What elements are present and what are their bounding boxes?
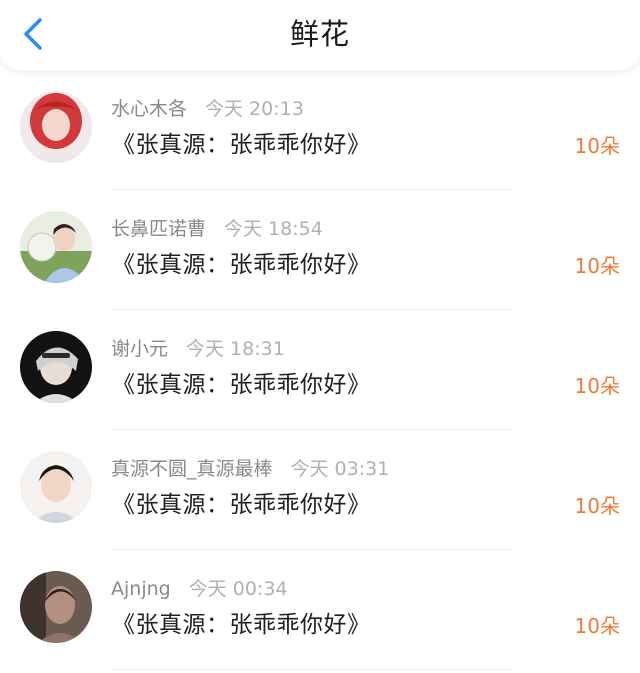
flower-message: 《张真源：张乖乖你好》 <box>112 132 371 158</box>
timestamp: 今天 00:34 <box>188 578 288 600</box>
timestamp: 今天 20:13 <box>205 98 304 120</box>
username[interactable]: 长鼻匹诺曹 <box>111 218 206 240</box>
user-avatar[interactable] <box>20 451 92 523</box>
divider <box>112 669 512 670</box>
list-item[interactable]: 水心木各 今天 20:13 《张真源：张乖乖你好》 10朵 <box>0 70 640 190</box>
username[interactable]: Ajnjng <box>111 578 171 600</box>
timestamp: 今天 18:31 <box>186 338 285 360</box>
timestamp: 今天 03:31 <box>290 458 390 480</box>
flower-message: 《张真源：张乖乖你好》 <box>112 612 371 638</box>
flower-message: 《张真源：张乖乖你好》 <box>112 492 371 518</box>
flower-message: 《张真源：张乖乖你好》 <box>112 372 371 398</box>
flower-count: 10朵 <box>574 374 620 398</box>
item-meta: 水心木各 今天 20:13 <box>111 96 304 122</box>
user-avatar[interactable] <box>20 571 92 643</box>
list-item[interactable]: 真源不圆_真源最棒 今天 03:31 《张真源：张乖乖你好》 10朵 <box>0 430 640 550</box>
user-avatar[interactable] <box>20 91 92 163</box>
username[interactable]: 水心木各 <box>111 98 187 120</box>
list-item[interactable]: 谢小元 今天 18:31 《张真源：张乖乖你好》 10朵 <box>0 310 640 430</box>
flower-count: 10朵 <box>574 614 620 638</box>
timestamp: 今天 18:54 <box>224 218 323 240</box>
flower-count: 10朵 <box>574 254 620 278</box>
item-meta: 真源不圆_真源最棒 今天 03:31 <box>111 456 389 482</box>
user-avatar[interactable] <box>20 211 92 283</box>
top-bar: 鲜花 <box>0 0 640 70</box>
flower-count: 10朵 <box>574 494 620 518</box>
item-meta: 谢小元 今天 18:31 <box>111 336 285 362</box>
page-title: 鲜花 <box>289 17 350 51</box>
username[interactable]: 真源不圆_真源最棒 <box>111 458 273 480</box>
flower-count: 10朵 <box>574 134 620 158</box>
item-meta: Ajnjng 今天 00:34 <box>111 576 288 602</box>
flower-message: 《张真源：张乖乖你好》 <box>112 252 371 278</box>
item-meta: 长鼻匹诺曹 今天 18:54 <box>111 216 323 242</box>
username[interactable]: 谢小元 <box>111 338 168 360</box>
user-avatar[interactable] <box>20 331 92 403</box>
list-item[interactable]: 长鼻匹诺曹 今天 18:54 《张真源：张乖乖你好》 10朵 <box>0 190 640 310</box>
list-item[interactable]: Ajnjng 今天 00:34 《张真源：张乖乖你好》 10朵 <box>0 550 640 670</box>
